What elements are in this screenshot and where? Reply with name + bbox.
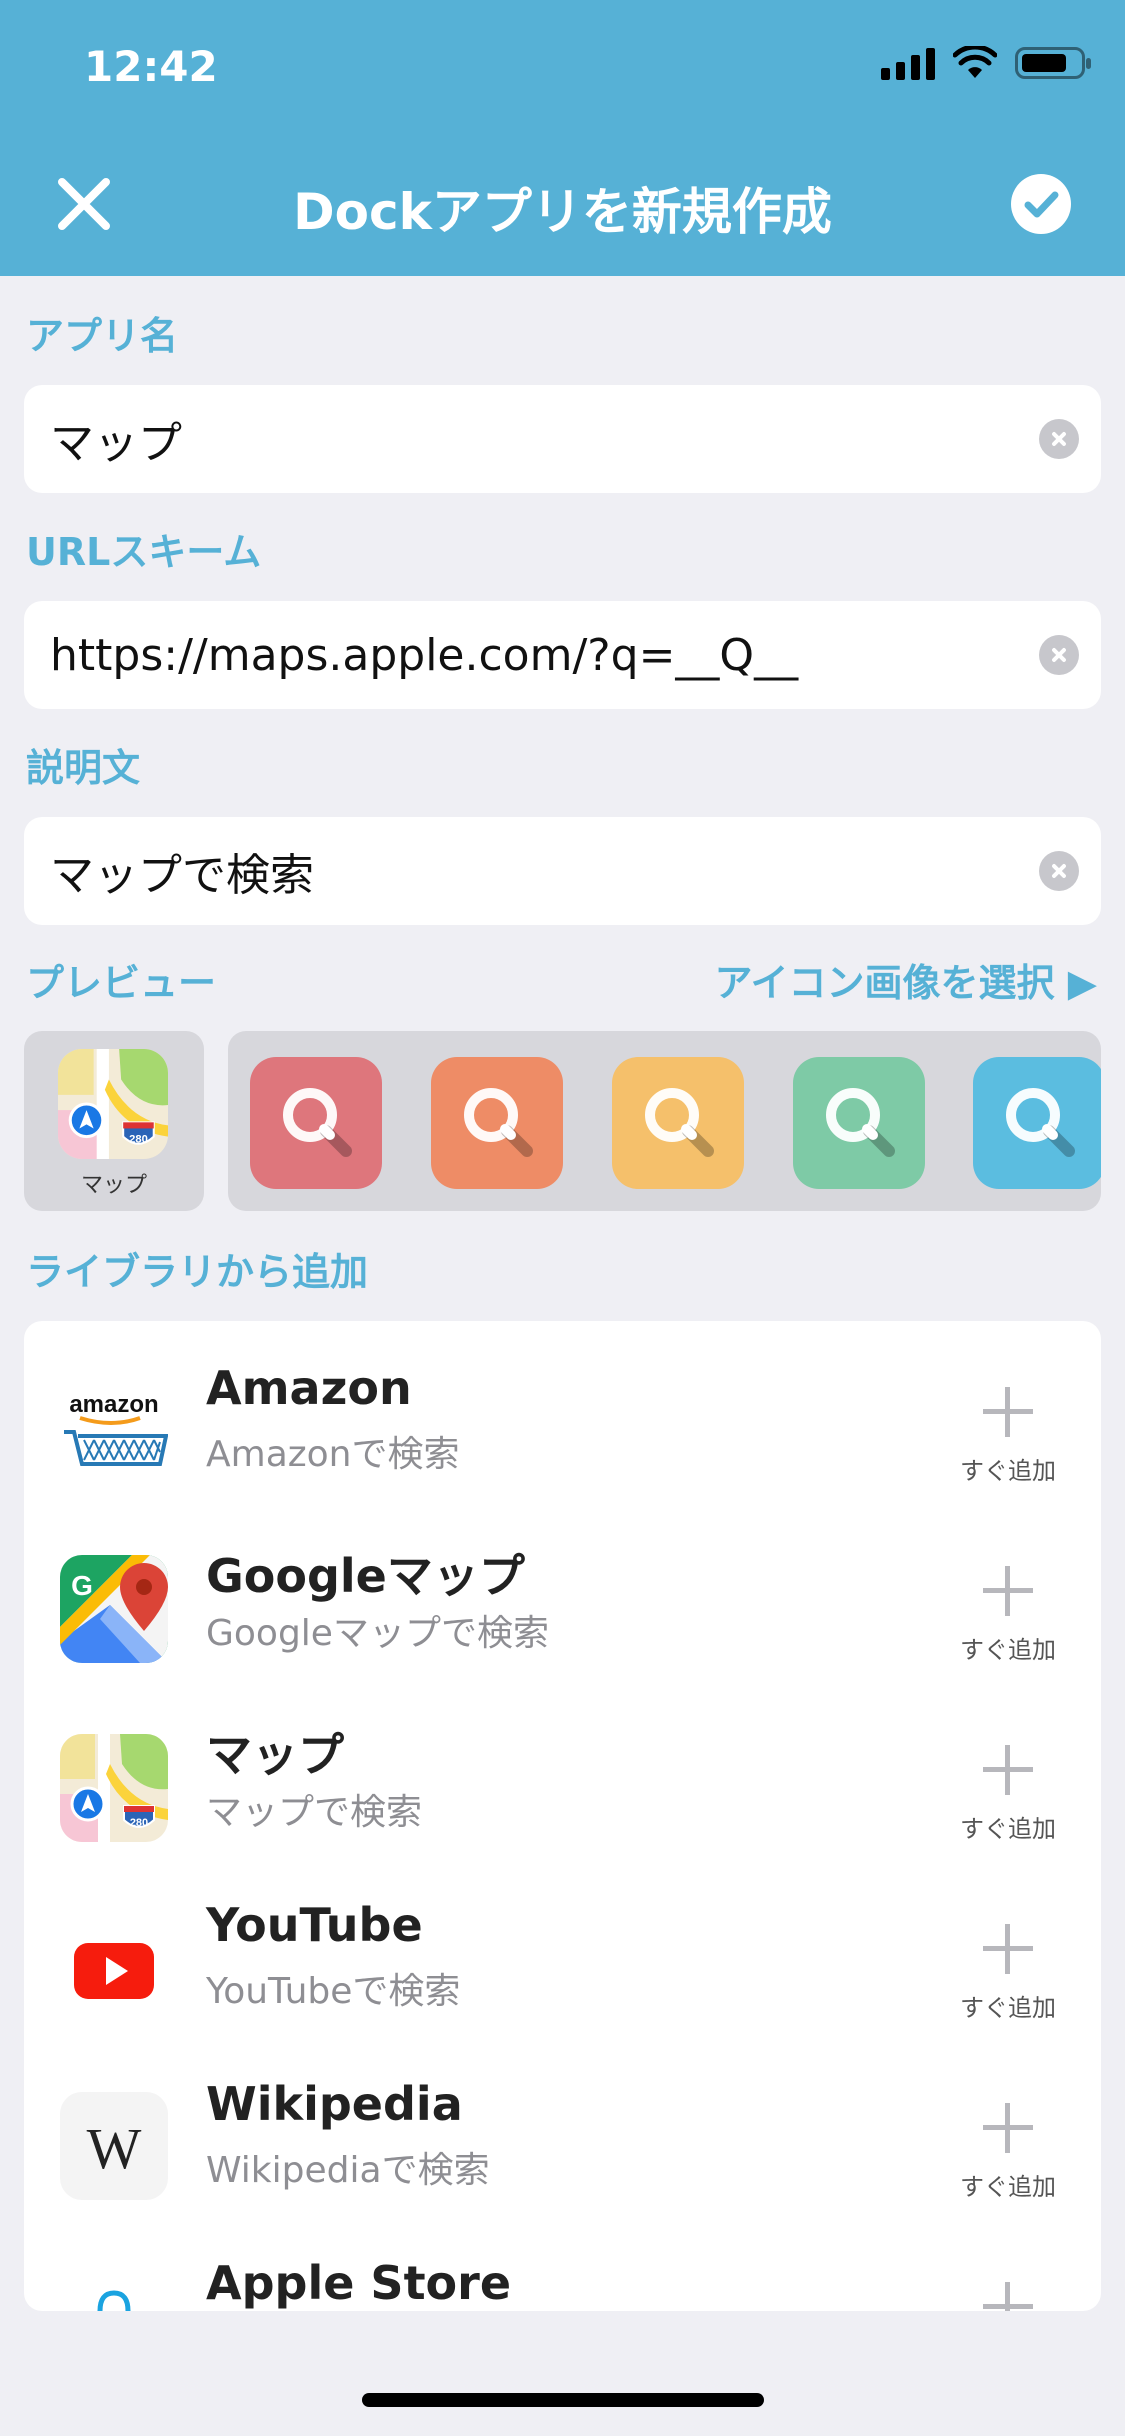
list-item-apple-store[interactable]: Apple Store: [24, 2216, 1101, 2311]
clear-icon[interactable]: [1039, 419, 1079, 459]
list-item-name: Googleマップ: [206, 1549, 525, 1603]
plus-icon[interactable]: [983, 1387, 1033, 1437]
description-field[interactable]: [24, 817, 1030, 925]
maps-shield-text: 280: [130, 1817, 148, 1829]
color-swatch-green[interactable]: [793, 1057, 925, 1189]
plus-icon[interactable]: [983, 1745, 1033, 1795]
library-label: ライブラリから追加: [26, 1250, 369, 1294]
search-icon: [1006, 1088, 1075, 1157]
library-list: amazon Amazon Amazonで検索 すぐ追加 G Googleマップ…: [24, 1321, 1101, 2311]
color-swatch-blue[interactable]: [973, 1057, 1101, 1189]
battery-icon: [1015, 47, 1091, 79]
list-item-maps[interactable]: 280 マップ マップで検索 すぐ追加: [24, 1679, 1101, 1858]
quick-add-label[interactable]: すぐ追加: [953, 1451, 1063, 1486]
header-bar: 12:42 Dockアプリを新規作成: [0, 0, 1125, 276]
url-scheme-field[interactable]: [24, 601, 1030, 709]
app-name-field-container: [24, 385, 1101, 493]
youtube-icon: [60, 1913, 168, 2021]
quick-add-label[interactable]: すぐ追加: [953, 1809, 1063, 1844]
list-item-amazon[interactable]: amazon Amazon Amazonで検索 すぐ追加: [24, 1321, 1101, 1500]
app-name-field[interactable]: [24, 385, 1030, 493]
list-item-wikipedia[interactable]: W Wikipedia Wikipediaで検索 すぐ追加: [24, 2037, 1101, 2216]
home-indicator: [362, 2393, 764, 2407]
list-item-name: Apple Store: [206, 2256, 512, 2310]
plus-icon[interactable]: [983, 2282, 1033, 2311]
wifi-icon: [953, 46, 997, 78]
list-item-desc: Wikipediaで検索: [206, 2150, 490, 2191]
list-item-desc: マップで検索: [206, 1792, 423, 1833]
clear-icon[interactable]: [1039, 635, 1079, 675]
search-icon: [645, 1088, 714, 1157]
list-item-name: YouTube: [206, 1898, 423, 1952]
plus-icon[interactable]: [983, 1566, 1033, 1616]
page-title: Dockアプリを新規作成: [293, 183, 832, 241]
description-label: 説明文: [26, 746, 141, 790]
status-icons: [881, 46, 1091, 80]
google-maps-icon: G: [60, 1555, 168, 1663]
list-item-youtube[interactable]: YouTube YouTubeで検索 すぐ追加: [24, 1858, 1101, 2037]
status-time: 12:42: [84, 42, 218, 91]
plus-icon[interactable]: [983, 2103, 1033, 2153]
clear-icon[interactable]: [1039, 851, 1079, 891]
list-item-name: マップ: [206, 1728, 344, 1782]
apple-store-icon: [60, 2271, 168, 2311]
app-name-label: アプリ名: [26, 314, 179, 358]
wikipedia-icon: W: [60, 2092, 168, 2200]
quick-add-label[interactable]: すぐ追加: [953, 2167, 1063, 2202]
list-item-desc: Googleマップで検索: [206, 1613, 549, 1654]
amazon-logo-text: amazon: [69, 1391, 158, 1418]
url-scheme-field-container: [24, 601, 1101, 709]
color-swatch-yellow[interactable]: [612, 1057, 744, 1189]
svg-text:G: G: [71, 1570, 93, 1601]
cellular-signal-icon: [881, 46, 935, 80]
list-item-name: Amazon: [206, 1361, 412, 1415]
maps-icon: 280: [60, 1734, 168, 1842]
list-item-google-maps[interactable]: G Googleマップ Googleマップで検索 すぐ追加: [24, 1500, 1101, 1679]
color-swatch-orange[interactable]: [431, 1057, 563, 1189]
color-swatch-red[interactable]: [250, 1057, 382, 1189]
list-item-desc: Amazonで検索: [206, 1434, 460, 1475]
search-icon: [826, 1088, 895, 1157]
list-item-desc: YouTubeで検索: [206, 1971, 461, 2012]
list-item-name: Wikipedia: [206, 2077, 463, 2131]
wikipedia-logo-text: W: [87, 2116, 142, 2181]
amazon-icon: amazon: [60, 1376, 168, 1484]
icon-color-palette: [228, 1031, 1101, 1211]
checkmark-icon: [1024, 191, 1059, 218]
quick-add-label[interactable]: すぐ追加: [953, 1630, 1063, 1665]
preview-label: プレビュー: [26, 961, 217, 1005]
icon-preview: 280 マップ: [24, 1031, 204, 1211]
plus-icon[interactable]: [983, 1924, 1033, 1974]
url-scheme-label: URLスキーム: [26, 530, 262, 574]
preview-icon-caption: マップ: [80, 1173, 147, 1198]
maps-shield-text: 280: [129, 1134, 148, 1146]
quick-add-label[interactable]: すぐ追加: [953, 1988, 1063, 2023]
select-icon-image-link[interactable]: アイコン画像を選択 ▶: [714, 952, 1097, 1007]
search-icon: [464, 1088, 533, 1157]
description-field-container: [24, 817, 1101, 925]
maps-icon: 280: [58, 1049, 168, 1159]
search-icon: [283, 1088, 352, 1157]
done-button[interactable]: [1011, 174, 1071, 234]
